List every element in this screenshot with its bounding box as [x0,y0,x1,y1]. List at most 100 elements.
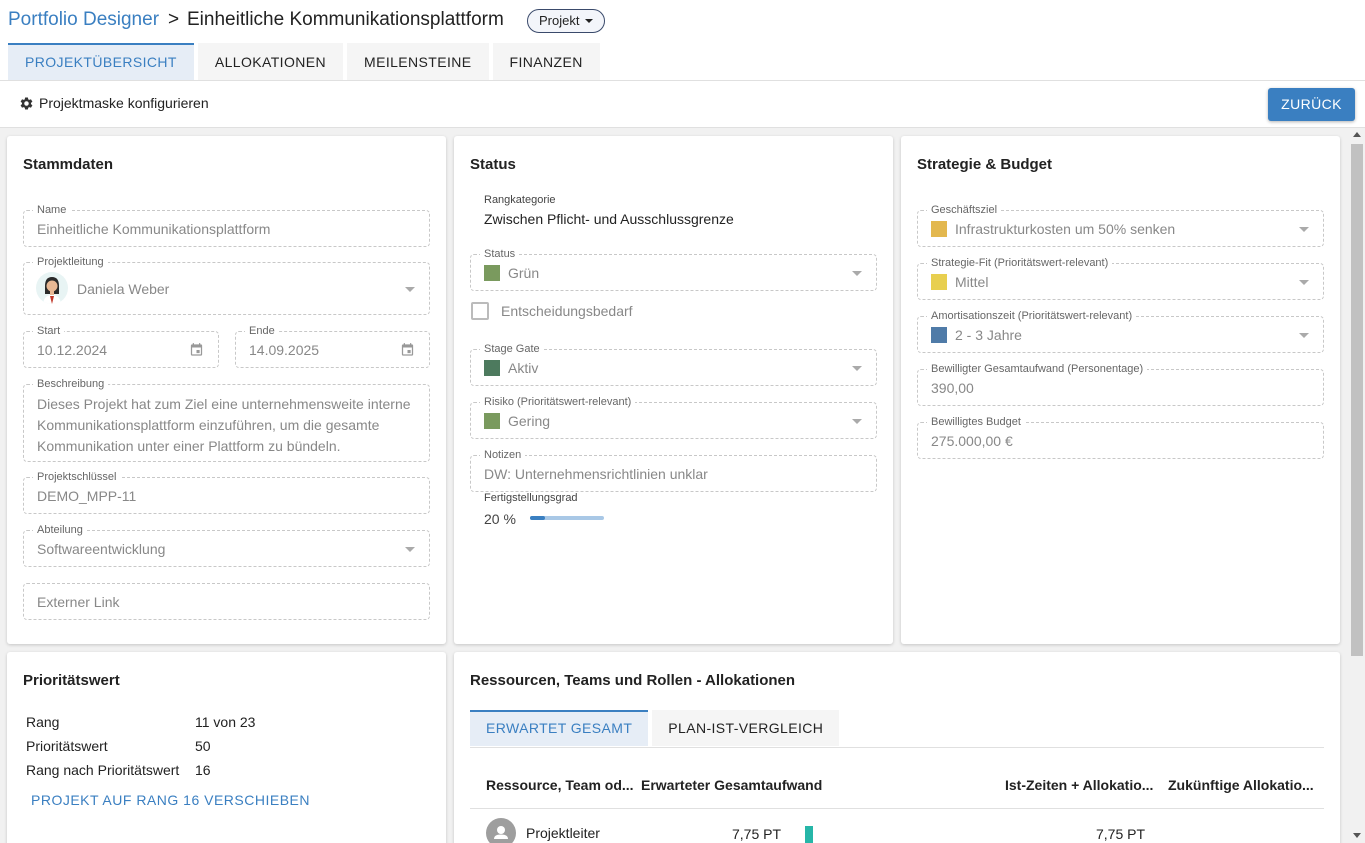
start-date-field[interactable]: Start 10.12.2024 [23,324,219,368]
completion-value: 20 % [484,511,516,527]
priority-row-label: Rang [26,714,60,730]
move-project-rank-button[interactable]: PROJEKT AUF RANG 16 VERSCHIEBEN [31,792,310,808]
field-label: Name [33,203,71,217]
field-label: Projektleitung [33,255,108,269]
calendar-icon[interactable] [189,342,204,358]
allocation-tabs: ERWARTET GESAMT PLAN-IST-VERGLEICH [470,710,840,746]
rank-category-value: Zwischen Pflicht- und Ausschlussgrenze [484,211,734,227]
priority-row-value: 11 von 23 [195,714,256,730]
field-value: Daniela Weber [77,281,170,297]
card-strategy-budget: Strategie & Budget Geschäftsziel Infrast… [901,136,1340,644]
completion-progress-bar [530,516,604,520]
scroll-down-icon[interactable] [1353,833,1361,838]
back-button[interactable]: ZURÜCK [1268,88,1355,121]
status-select[interactable]: Status Grün [470,247,877,291]
expected-effort: 7,75 PT [732,826,782,842]
description-field[interactable]: Beschreibung Dieses Projekt hat zum Ziel… [23,377,430,462]
content-area: Stammdaten Name Einheitliche Kommunikati… [0,128,1349,843]
field-value: Infrastrukturkosten um 50% senken [955,221,1176,237]
decision-label: Entscheidungsbedarf [501,303,633,319]
name-field[interactable]: Name Einheitliche Kommunikationsplattfor… [23,203,430,247]
field-label: Ende [245,324,279,338]
type-dropdown-label: Projekt [539,13,580,28]
project-lead-select[interactable]: Projektleitung Daniela Weber [23,255,430,315]
vertical-scrollbar[interactable] [1349,128,1365,843]
field-value: 10.12.2024 [37,342,108,358]
chevron-down-icon [852,271,862,276]
tab-plan-actual[interactable]: PLAN-IST-VERGLEICH [652,710,840,746]
project-key-field[interactable]: Projektschlüssel DEMO_MPP-11 [23,470,430,514]
actual-allocation: 7,75 PT [1096,826,1146,842]
resource-name: Projektleiter [526,825,600,841]
end-date-field[interactable]: Ende 14.09.2025 [235,324,430,368]
column-header-resource[interactable]: Ressource, Team od... [486,777,634,793]
decision-checkbox[interactable] [471,302,489,320]
configure-mask-label: Projektmaske konfigurieren [39,95,209,111]
tab-expected-total[interactable]: ERWARTET GESAMT [470,710,649,746]
field-label: Geschäftsziel [927,203,1002,217]
stage-gate-select[interactable]: Stage Gate Aktiv [470,342,877,386]
fit-color-swatch [931,274,947,290]
gear-icon [20,96,33,109]
field-label: Stage Gate [480,342,544,356]
column-header-future[interactable]: Zukünftige Allokatio... [1168,777,1314,793]
approved-effort-field[interactable]: Bewilligter Gesamtaufwand (Personentage)… [917,362,1324,406]
type-dropdown[interactable]: Projekt [527,9,606,33]
card-title: Stammdaten [23,156,114,173]
calendar-icon[interactable] [400,342,415,358]
tab-meilensteine[interactable]: MEILENSTEINE [347,43,489,81]
field-value: 14.09.2025 [249,342,320,358]
amortization-select[interactable]: Amortisationszeit (Prioritätswert-releva… [917,309,1324,353]
external-link-field[interactable]: Externer Link [23,583,430,620]
completion-label: Fertigstellungsgrad [484,492,578,504]
card-status: Status Rangkategorie Zwischen Pflicht- u… [454,136,893,644]
card-title: Strategie & Budget [917,156,1053,173]
table-header-divider [470,808,1324,809]
breadcrumb-separator: > [168,9,180,30]
page-header: Portfolio Designer > Einheitliche Kommun… [0,0,1365,42]
field-label: Projektschlüssel [33,470,121,484]
column-header-actual[interactable]: Ist-Zeiten + Allokatio... [1005,777,1153,793]
business-goal-select[interactable]: Geschäftsziel Infrastrukturkosten um 50%… [917,203,1324,247]
tab-allokationen[interactable]: ALLOKATIONEN [197,43,344,81]
card-stammdaten: Stammdaten Name Einheitliche Kommunikati… [7,136,446,644]
status-color-swatch [484,265,500,281]
approved-budget-field[interactable]: Bewilligtes Budget 275.000,00 € [917,415,1324,459]
card-title: Status [470,156,516,173]
main-tabs: PROJEKTÜBERSICHT ALLOKATIONEN MEILENSTEI… [8,43,600,81]
priority-row-label: Prioritätswert [26,738,108,754]
card-title: Prioritätswert [23,672,120,689]
field-label: Status [480,247,520,261]
field-label: Notizen [480,448,526,462]
scrollbar-thumb[interactable] [1351,144,1363,656]
chevron-down-icon [405,287,415,292]
breadcrumb-app-link[interactable]: Portfolio Designer [8,9,159,31]
field-value: DEMO_MPP-11 [37,488,137,504]
person-avatar-icon [486,818,516,843]
card-priority: Prioritätswert Rang 11 von 23 Prioritäts… [7,652,446,843]
column-header-expected[interactable]: Erwarteter Gesamtaufwand [641,777,822,793]
field-label: Abteilung [33,523,87,537]
subtabs-divider [470,747,1324,748]
strategy-fit-select[interactable]: Strategie-Fit (Prioritätswert-relevant) … [917,256,1324,300]
field-value: Mittel [955,274,989,290]
scroll-up-icon[interactable] [1353,132,1361,137]
department-select[interactable]: Abteilung Softwareentwicklung [23,523,430,567]
card-allocations: Ressourcen, Teams und Rollen - Allokatio… [454,652,1340,843]
completion-progress-fill [530,516,545,520]
tab-finanzen[interactable]: FINANZEN [492,43,600,81]
tab-projektuebersicht[interactable]: PROJEKTÜBERSICHT [8,43,194,81]
risk-color-swatch [484,413,500,429]
rank-category-label: Rangkategorie [484,194,556,206]
field-placeholder: Externer Link [37,594,120,610]
field-value: Grün [508,265,540,281]
notes-field[interactable]: Notizen DW: Unternehmensrichtlinien unkl… [470,448,877,492]
field-label: Bewilligtes Budget [927,415,1025,429]
field-value: Aktiv [508,360,539,376]
field-value: 2 - 3 Jahre [955,327,1022,343]
chevron-down-icon [852,366,862,371]
configure-mask-button[interactable]: Projektmaske konfigurieren [19,95,209,111]
field-label: Amortisationszeit (Prioritätswert-releva… [927,309,1137,323]
risk-select[interactable]: Risiko (Prioritätswert-relevant) Gering [470,395,877,439]
chevron-down-icon [405,547,415,552]
